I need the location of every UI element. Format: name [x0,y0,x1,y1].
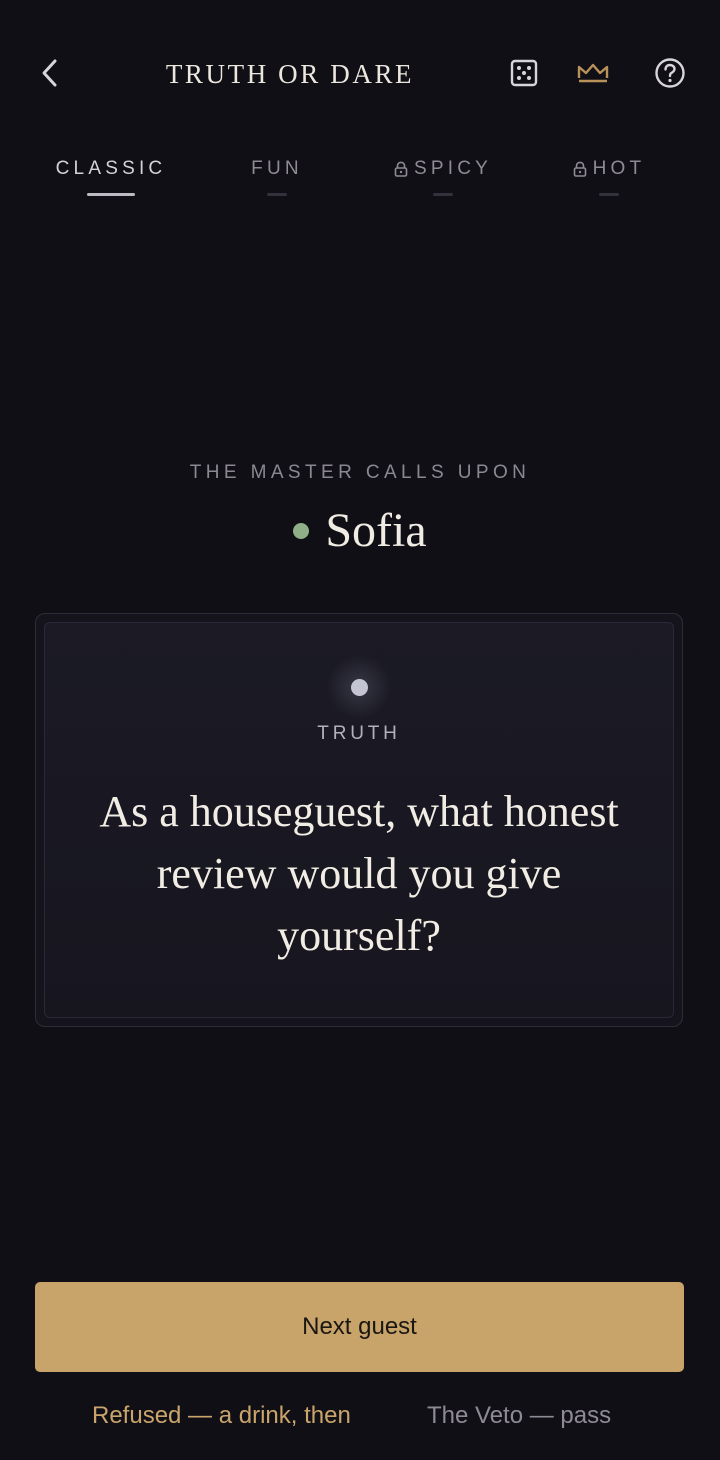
tab-indicator [433,193,453,196]
back-button[interactable] [32,54,68,92]
tab-label: CLASSIC [55,158,167,179]
question-card: TRUTH As a houseguest, what honest revie… [35,613,683,1027]
question-card-inner: TRUTH As a houseguest, what honest revie… [44,622,674,1018]
tab-spicy[interactable]: SPICY [363,150,523,206]
help-button[interactable] [651,54,689,92]
page-title: TRUTH OR DARE [165,59,415,89]
card-type-dot [350,679,368,696]
header-bar: TRUTH OR DARE [0,0,720,146]
refuse-drink-link[interactable]: Refused — a drink, then [92,1396,351,1436]
lock-icon [394,161,408,177]
category-tabs: CLASSIC FUN SPICY HOT [0,150,720,206]
player-status-dot [293,523,310,539]
tab-label-group: HOT [573,150,646,188]
crown-button[interactable] [574,54,612,92]
card-type-label: TRUTH [317,723,401,744]
tab-label: SPICY [413,158,493,179]
tab-fun[interactable]: FUN [197,150,357,206]
called-caption: THE MASTER CALLS UPON [189,462,531,483]
tab-label-group: SPICY [394,150,492,188]
tab-label: HOT [592,158,646,179]
crown-icon [577,63,609,83]
tab-indicator [599,193,619,196]
lock-icon [573,161,586,177]
back-chevron-icon [42,59,57,87]
tab-active-indicator [87,193,135,196]
next-guest-button[interactable]: Next guest [35,1282,684,1372]
dice-icon [510,59,538,87]
current-player: Sofia [0,500,720,562]
dice-button[interactable] [505,54,543,92]
tab-label: FUN [251,158,303,179]
tab-classic[interactable]: CLASSIC [31,150,191,206]
help-icon [655,58,685,88]
veto-pass-link[interactable]: The Veto — pass [427,1396,611,1436]
tab-hot[interactable]: HOT [529,150,689,206]
tab-indicator [267,193,287,196]
question-text: As a houseguest, what honest review woul… [99,787,619,960]
player-name: Sofia [325,504,427,557]
